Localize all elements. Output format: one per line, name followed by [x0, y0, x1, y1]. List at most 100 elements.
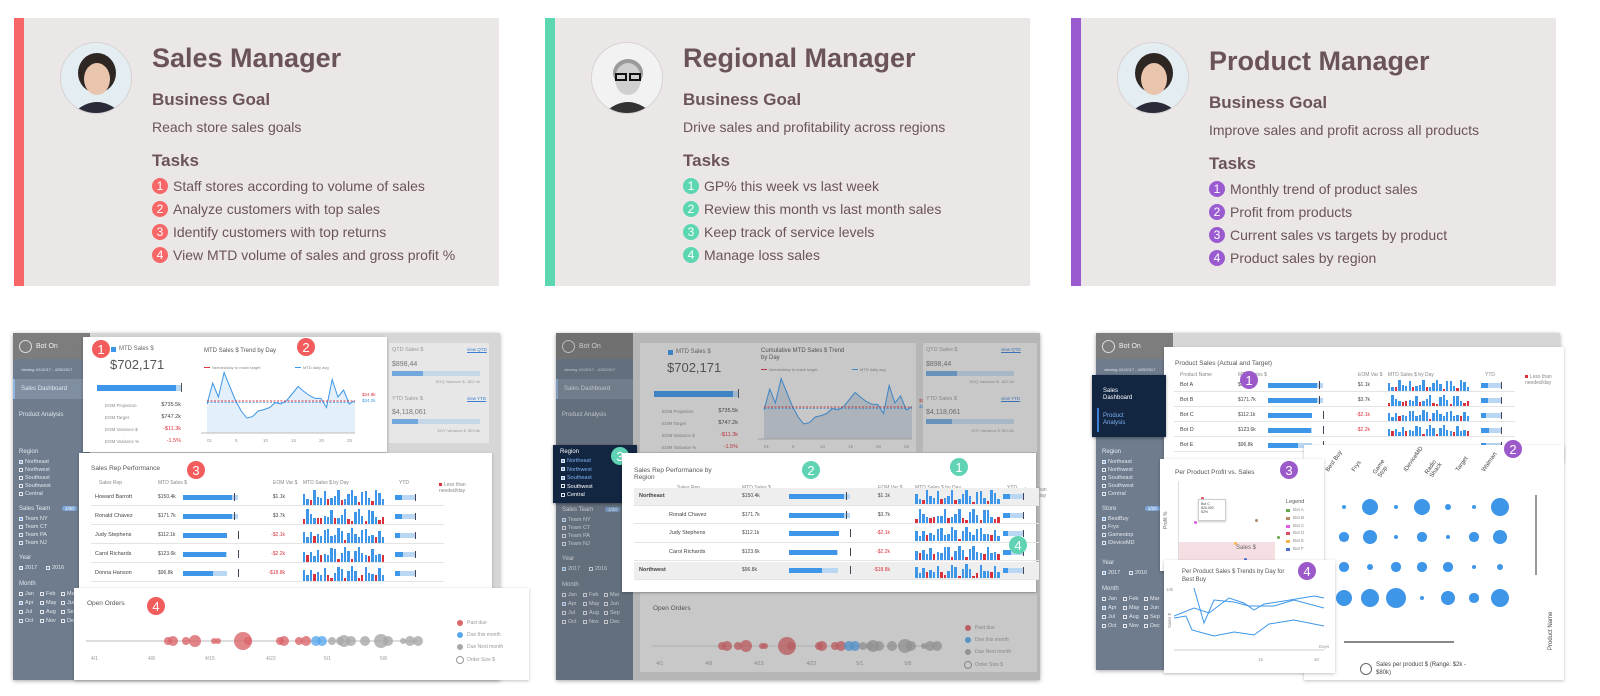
month-checkbox[interactable]: Oct: [1102, 623, 1117, 629]
order-bubble-next[interactable]: [383, 636, 393, 646]
sales-bubble[interactable]: [1363, 530, 1377, 544]
order-bubble-this[interactable]: [317, 636, 327, 646]
view-qtd-link[interactable]: view QTD: [467, 347, 487, 352]
nav-product-analysis[interactable]: Product Analysis: [1103, 413, 1137, 427]
scatter-point[interactable]: [1277, 536, 1280, 539]
month-checkbox[interactable]: Apr: [19, 600, 34, 606]
sales-bubble[interactable]: [1385, 587, 1407, 609]
region-checkbox[interactable]: Southwest: [561, 484, 593, 490]
year-checkbox[interactable]: 2017: [1102, 570, 1120, 576]
sales-bubble[interactable]: [1393, 504, 1399, 510]
month-checkbox[interactable]: May: [1123, 605, 1139, 611]
month-checkbox[interactable]: May: [40, 600, 56, 606]
sales-bubble[interactable]: [1490, 588, 1510, 608]
month-checkbox[interactable]: Nov: [40, 618, 56, 624]
region-checkbox[interactable]: Central: [561, 492, 585, 498]
sales-bubble[interactable]: [1490, 497, 1510, 517]
team-checkbox[interactable]: Team NY: [19, 516, 48, 522]
region-checkbox[interactable]: Northeast: [1102, 459, 1132, 465]
nav-product-analysis[interactable]: Product Analysis: [13, 405, 90, 425]
store-checkbox[interactable]: Frys: [1102, 524, 1119, 530]
region-checkbox[interactable]: Southeast: [1102, 475, 1133, 481]
sales-bubble[interactable]: [1419, 595, 1425, 601]
region-checkbox[interactable]: Southeast: [19, 475, 50, 481]
sales-bubble[interactable]: [1391, 562, 1401, 572]
month-checkbox[interactable]: Aug: [40, 609, 56, 615]
sales-bubble[interactable]: [1366, 563, 1374, 571]
table-row[interactable]: [91, 545, 444, 563]
team-checkbox[interactable]: Team NJ: [19, 540, 47, 546]
store-checkbox[interactable]: BestBuy: [1102, 516, 1128, 522]
year-checkbox[interactable]: 2016: [46, 565, 64, 571]
month-checkbox[interactable]: Sep: [1144, 614, 1160, 620]
region-checkbox[interactable]: Northwest: [561, 467, 592, 473]
order-bubble-next[interactable]: [413, 636, 423, 646]
month-checkbox[interactable]: Jan: [1102, 596, 1117, 602]
order-bubble-next[interactable]: [360, 636, 370, 646]
order-bubble-next[interactable]: [328, 637, 336, 645]
region-checkbox[interactable]: Northwest: [19, 467, 50, 473]
sales-bubble[interactable]: [1444, 503, 1452, 511]
sales-bubble[interactable]: [1339, 562, 1349, 572]
month-checkbox[interactable]: Aug: [1123, 614, 1139, 620]
region-checkbox[interactable]: Northeast: [561, 458, 591, 464]
team-checkbox[interactable]: Team PA: [19, 532, 47, 538]
region-checkbox[interactable]: Southwest: [1102, 483, 1134, 489]
order-bubble-past[interactable]: [189, 635, 201, 647]
sales-bubble[interactable]: [1493, 530, 1507, 544]
store-checkbox[interactable]: Gamestop: [1102, 532, 1133, 538]
order-bubble-past[interactable]: [301, 636, 311, 646]
month-checkbox[interactable]: Feb: [1123, 596, 1138, 602]
month-checkbox[interactable]: Oct: [19, 618, 34, 624]
month-checkbox[interactable]: Jul: [19, 609, 32, 615]
table-row[interactable]: [91, 488, 444, 506]
nav-sales-dashboard[interactable]: Sales Dashboard: [13, 379, 90, 399]
region-checkbox[interactable]: Northeast: [19, 459, 49, 465]
region-checkbox[interactable]: Central: [19, 491, 43, 497]
month-checkbox[interactable]: Apr: [1102, 605, 1117, 611]
view-ytd-link[interactable]: view YTD: [467, 396, 486, 401]
sales-bubble[interactable]: [1361, 498, 1379, 516]
region-checkbox[interactable]: Southwest: [19, 483, 51, 489]
region-checkbox[interactable]: Southeast: [561, 475, 592, 481]
sales-bubble[interactable]: [1393, 534, 1399, 540]
month-checkbox[interactable]: Mar: [1144, 596, 1159, 602]
sales-bubble[interactable]: [1471, 564, 1477, 570]
table-row[interactable]: [91, 507, 444, 525]
order-bubble-past[interactable]: [279, 636, 289, 646]
sales-bubble[interactable]: [1496, 563, 1504, 571]
year-checkbox[interactable]: 2017: [19, 565, 37, 571]
sales-bubble[interactable]: [1441, 591, 1455, 605]
store-checkbox[interactable]: iDeviceMD: [1102, 540, 1135, 546]
order-bubble-past[interactable]: [215, 638, 221, 644]
scatter-point[interactable]: [1194, 521, 1197, 524]
month-checkbox[interactable]: Jul: [1102, 614, 1115, 620]
month-checkbox[interactable]: Jan: [19, 591, 34, 597]
year-checkbox[interactable]: 2016: [1129, 570, 1147, 576]
order-bubble-next[interactable]: [346, 636, 356, 646]
month-checkbox[interactable]: Nov: [1123, 623, 1139, 629]
sales-bubble[interactable]: [1335, 589, 1353, 607]
region-checkbox[interactable]: Northwest: [1102, 467, 1133, 473]
month-checkbox[interactable]: Dec: [1144, 623, 1160, 629]
scatter-point[interactable]: [1234, 542, 1237, 545]
order-bubble-past[interactable]: [168, 636, 178, 646]
sales-bubble[interactable]: [1471, 504, 1477, 510]
sales-bubble[interactable]: [1360, 588, 1380, 608]
sales-bubble[interactable]: [1339, 532, 1349, 542]
sales-bubble[interactable]: [1341, 504, 1347, 510]
sales-bubble[interactable]: [1443, 562, 1453, 572]
sales-bubble[interactable]: [1445, 534, 1451, 540]
nav-sales-dashboard[interactable]: Sales Dashboard: [1103, 388, 1137, 402]
month-checkbox[interactable]: Jun: [1144, 605, 1159, 611]
team-checkbox[interactable]: Team CT: [19, 524, 47, 530]
sales-bubble[interactable]: [1417, 532, 1427, 542]
table-row[interactable]: [91, 526, 444, 544]
region-checkbox[interactable]: Central: [1102, 491, 1126, 497]
sales-bubble[interactable]: [1469, 532, 1479, 542]
scatter-point[interactable]: [1255, 519, 1258, 522]
sales-bubble[interactable]: [1417, 562, 1427, 572]
order-bubble-past[interactable]: [244, 637, 252, 645]
sales-bubble[interactable]: [1469, 593, 1479, 603]
month-checkbox[interactable]: Feb: [40, 591, 55, 597]
